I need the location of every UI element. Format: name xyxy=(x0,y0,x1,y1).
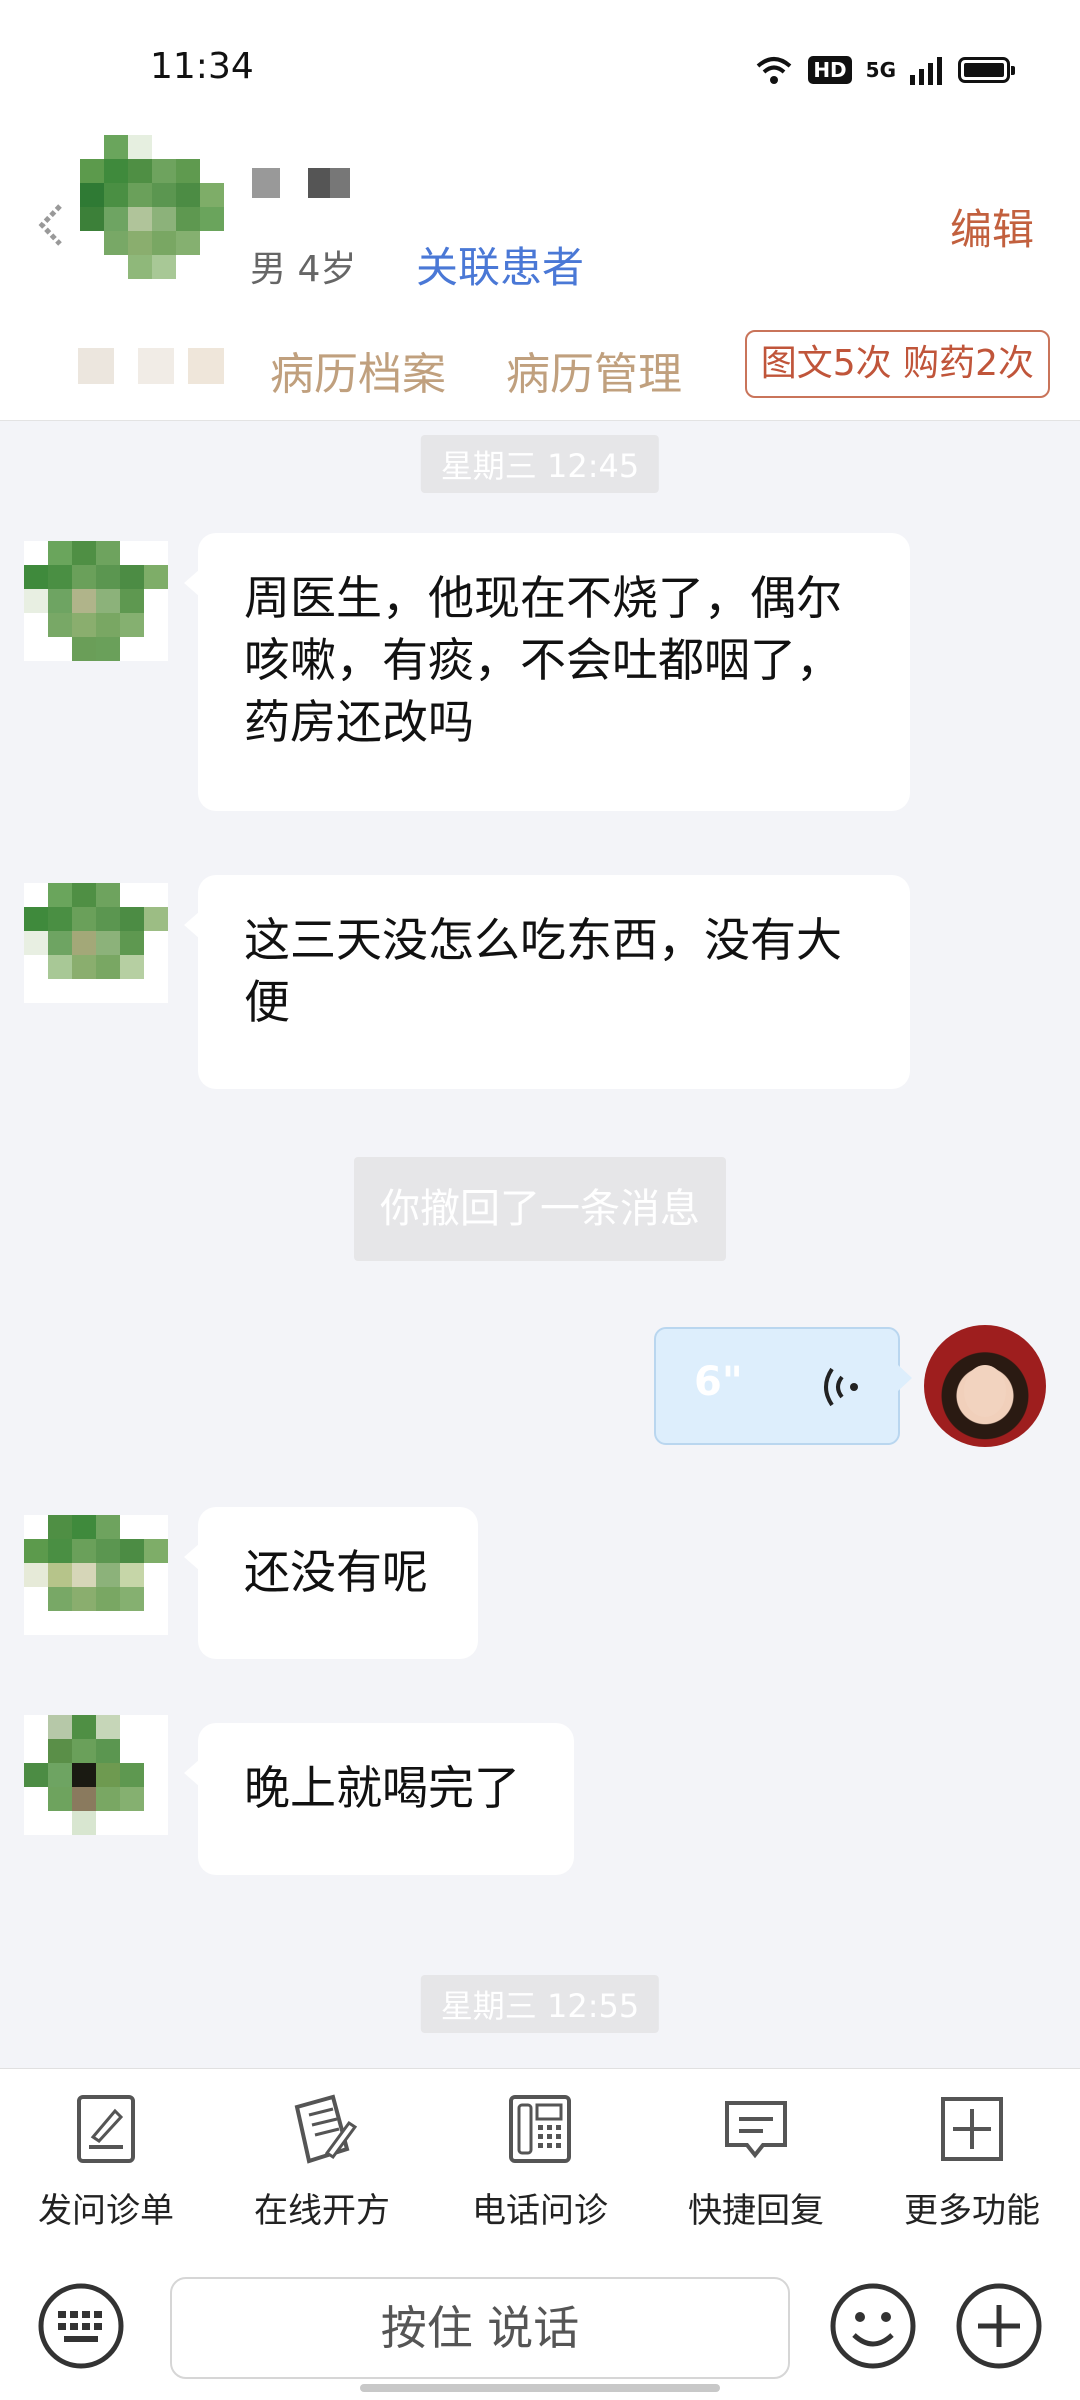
header-tabs: 病历档案 病历管理 图文5次 购药2次 xyxy=(0,330,1080,400)
message-icon xyxy=(725,2101,787,2159)
home-indicator[interactable] xyxy=(360,2384,720,2392)
quick-reply-button[interactable]: 快捷回复 xyxy=(656,2093,856,2243)
timestamp: 星期三 12:45 xyxy=(420,435,660,493)
patient-meta: 男 4岁 xyxy=(250,249,357,290)
form-icon xyxy=(77,2095,135,2163)
quick-action-toolbar: 发问诊单 在线开方 电话问诊 快捷回复 更多功能 xyxy=(0,2068,1080,2252)
add-icon[interactable] xyxy=(954,2281,1044,2371)
phone-icon xyxy=(509,2095,571,2163)
doctor-avatar[interactable] xyxy=(924,1325,1046,1447)
tool-label: 在线开方 xyxy=(254,2191,390,2231)
chat-header: 男 4岁 关联患者 编辑 病历档案 病历管理 图文5次 购药2次 xyxy=(0,130,1080,421)
incoming-message-bubble[interactable]: 还没有呢 xyxy=(184,1507,478,1659)
input-bar: 按住 说话 xyxy=(0,2251,1080,2400)
patient-avatar[interactable] xyxy=(24,1515,168,1635)
edit-button[interactable]: 编辑 xyxy=(950,196,1034,257)
incoming-message-bubble[interactable]: 周医生，他现在不烧了，偶尔咳嗽，有痰，不会吐都咽了，药房还改吗 xyxy=(184,533,910,811)
emoji-icon[interactable] xyxy=(828,2281,918,2371)
patient-avatar[interactable] xyxy=(24,541,168,661)
tool-label: 快捷回复 xyxy=(688,2191,824,2231)
plus-square-icon xyxy=(941,2097,1003,2161)
voice-wave-icon xyxy=(824,1367,858,1407)
timestamp: 星期三 12:55 xyxy=(420,1975,660,2033)
recalled-message-notice: 你撤回了一条消息 xyxy=(354,1157,726,1261)
status-time: 11:34 xyxy=(150,46,254,87)
patient-name-redacted xyxy=(252,168,372,198)
status-bar: 11:34 HD 5G xyxy=(0,0,1080,130)
online-prescription-button[interactable]: 在线开方 xyxy=(222,2093,422,2243)
signal-icon xyxy=(910,57,942,85)
wifi-icon xyxy=(756,57,792,84)
tool-label: 电话问诊 xyxy=(472,2191,608,2231)
more-functions-button[interactable]: 更多功能 xyxy=(872,2093,1072,2243)
tool-label: 更多功能 xyxy=(904,2191,1040,2231)
tab-medical-records[interactable]: 病历档案 xyxy=(270,338,446,402)
patient-avatar[interactable] xyxy=(80,135,224,279)
incoming-message-bubble[interactable]: 这三天没怎么吃东西，没有大便 xyxy=(184,875,910,1089)
back-icon[interactable] xyxy=(34,200,68,250)
chat-messages[interactable]: 星期三 12:45 周医生，他现在不烧了，偶尔咳嗽，有痰，不会吐都咽了，药房还改… xyxy=(0,421,1080,2066)
incoming-message-bubble[interactable]: 晚上就喝完了 xyxy=(184,1723,574,1875)
voice-duration: 6" xyxy=(694,1359,743,1405)
patient-avatar[interactable] xyxy=(24,883,168,1003)
tool-label: 发问诊单 xyxy=(38,2191,174,2231)
hd-badge: HD xyxy=(808,56,852,84)
patient-avatar[interactable] xyxy=(24,1715,168,1835)
hold-to-talk-button[interactable]: 按住 说话 xyxy=(170,2277,790,2379)
status-icons: HD 5G xyxy=(754,50,1015,90)
voice-message-bubble[interactable]: 6" xyxy=(654,1327,912,1445)
link-patient-button[interactable]: 关联患者 xyxy=(416,234,584,295)
phone-consultation-button[interactable]: 电话问诊 xyxy=(440,2093,640,2243)
tab-redacted[interactable] xyxy=(78,334,228,394)
tab-record-management[interactable]: 病历管理 xyxy=(506,338,682,402)
service-count-badge: 图文5次 购药2次 xyxy=(744,330,1050,398)
prescription-icon xyxy=(294,2094,357,2164)
network-label: 5G xyxy=(865,58,896,82)
send-questionnaire-button[interactable]: 发问诊单 xyxy=(6,2093,206,2243)
battery-icon xyxy=(958,57,1015,83)
keyboard-icon[interactable] xyxy=(36,2281,126,2371)
